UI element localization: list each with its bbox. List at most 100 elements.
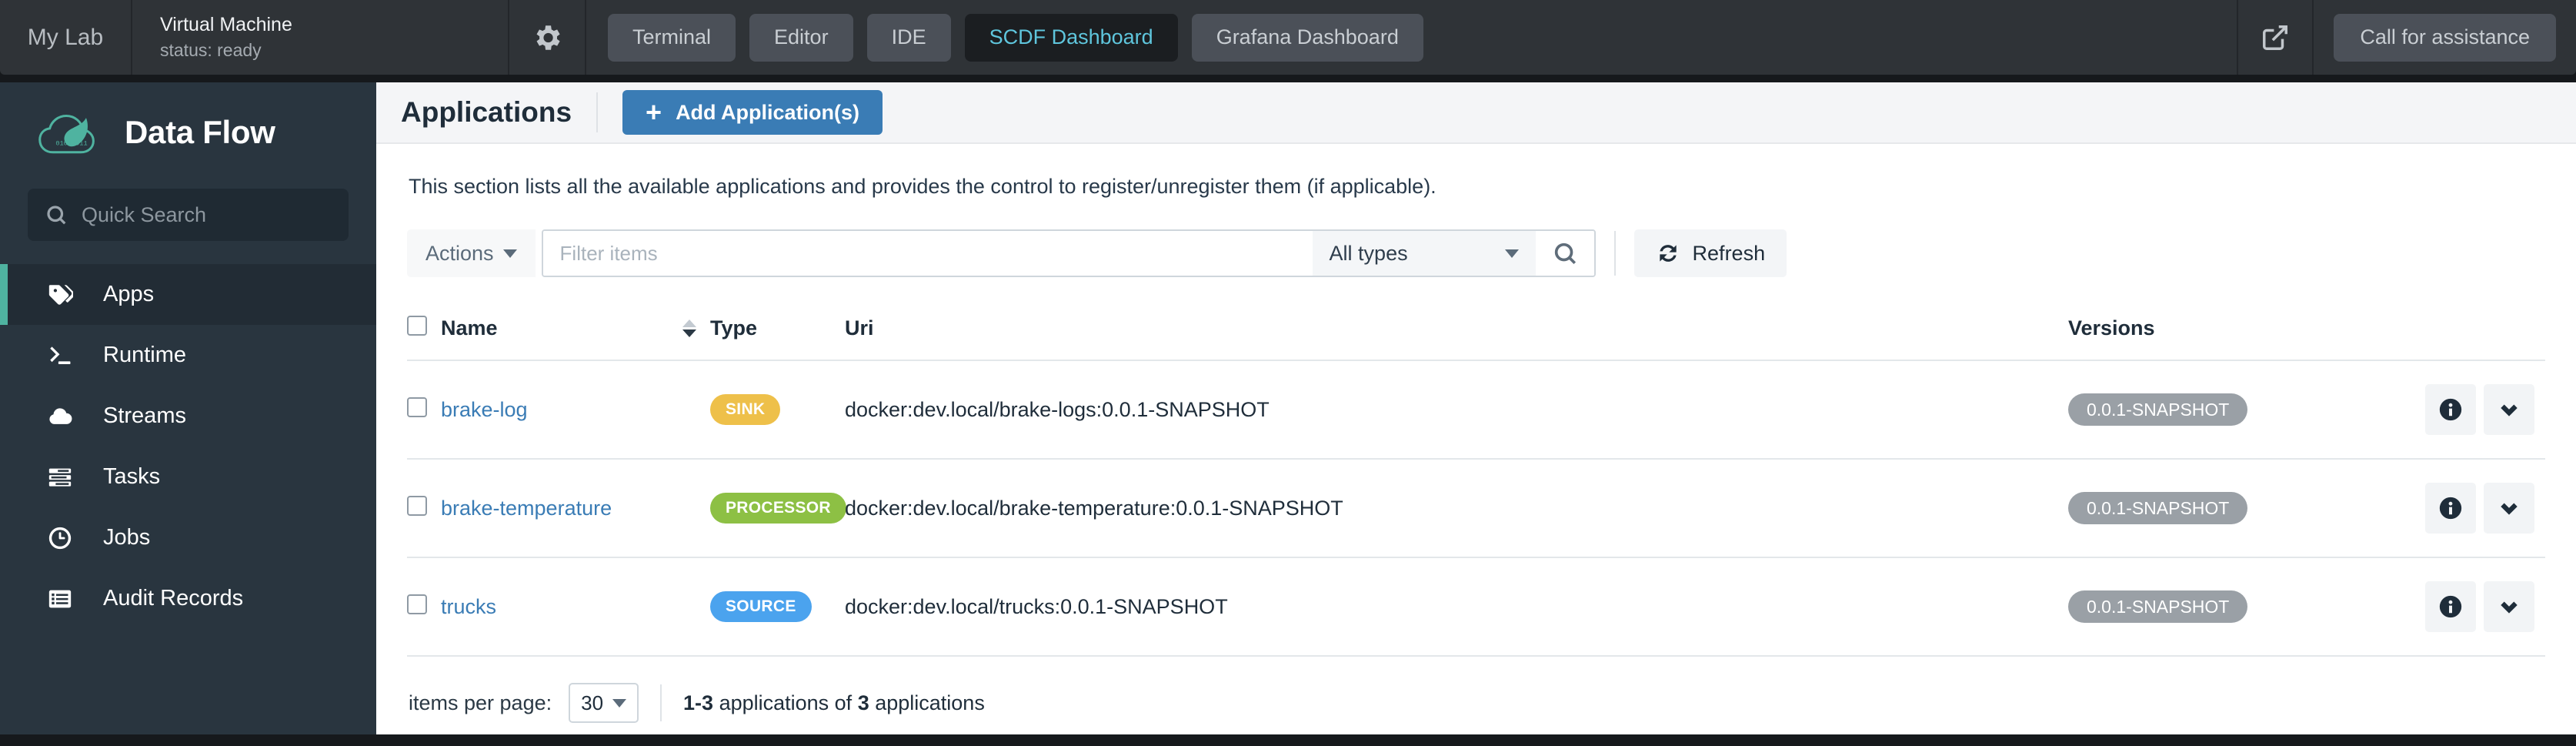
name-header-label: Name [441,316,498,340]
actions-dropdown[interactable]: Actions [407,229,536,277]
svg-text:01011011: 01011011 [55,139,87,147]
row-actions-cell [2399,459,2545,558]
row-actions-cell [2399,557,2545,657]
items-per-page-label: items per page: [409,691,552,714]
table-toolbar: Actions All types [407,229,2545,277]
row-checkbox[interactable] [407,396,427,417]
table-row: trucks SOURCE docker:dev.local/trucks:0.… [407,557,2545,657]
sidebar-item-label: Runtime [103,343,186,367]
actions-header [2399,303,2545,361]
filter-input[interactable] [542,231,1313,276]
quick-search-input[interactable] [82,202,332,227]
refresh-label: Refresh [1692,241,1766,265]
row-select-cell [407,557,441,657]
select-all-checkbox[interactable] [407,316,427,336]
application-link[interactable]: brake-temperature [441,497,612,520]
search-icon [1554,243,1576,265]
chevron-down-icon [2501,601,2518,614]
main-content: Applications + Add Application(s) This s… [376,82,2576,734]
sort-indicator[interactable] [682,319,710,337]
tag-icon [45,282,75,308]
chevron-down-icon [1504,249,1519,258]
type-filter-select[interactable]: All types [1312,231,1536,276]
lab-tab-editor[interactable]: Editor [749,13,853,62]
add-application-button[interactable]: + Add Application(s) [622,90,883,135]
row-checkbox[interactable] [407,594,427,614]
vm-status-label: status: ready [160,39,262,60]
chevron-down-icon [612,698,627,708]
open-external-button[interactable] [2238,0,2314,75]
sidebar-item-jobs[interactable]: Jobs [0,507,376,568]
lab-tab-terminal[interactable]: Terminal [608,13,736,62]
lab-tab-ide[interactable]: IDE [866,13,951,62]
info-icon [2439,595,2462,618]
row-versions-cell: 0.0.1-SNAPSHOT [2068,360,2399,460]
search-submit-button[interactable] [1535,231,1594,276]
refresh-icon [1659,245,1677,262]
gear-icon [536,25,560,50]
row-type-cell: SOURCE [710,557,845,657]
uri-header-label: Uri [845,316,874,340]
expand-row-button[interactable] [2484,581,2534,632]
section-description: This section lists all the available app… [409,175,1436,198]
quick-search-wrapper [0,179,376,264]
actions-label: Actions [425,241,494,265]
application-link[interactable]: trucks [441,595,496,618]
row-versions-cell: 0.0.1-SNAPSHOT [2068,557,2399,657]
expand-row-button[interactable] [2484,384,2534,435]
row-uri-cell: docker:dev.local/brake-logs:0.0.1-SNAPSH… [845,360,2068,460]
type-header: Type [710,303,845,361]
brand: 01011011 Data Flow [0,82,376,179]
sidebar-item-audit-records[interactable]: Audit Records [0,568,376,629]
sidebar-item-label: Apps [103,282,155,306]
header-divider [596,92,599,132]
row-type-cell: SINK [710,360,845,460]
chevron-down-icon [2501,404,2518,416]
brand-label: Data Flow [125,114,275,150]
name-header[interactable]: Name [441,303,710,361]
row-actions-cell [2399,360,2545,460]
sidebar-item-streams[interactable]: Streams [0,386,376,447]
sidebar-item-runtime[interactable]: Runtime [0,325,376,386]
versions-header: Versions [2068,303,2399,361]
pagination-summary: 1-3 applications of 3 applications [683,691,985,715]
table-row: brake-log SINK docker:dev.local/brake-lo… [407,360,2545,460]
info-button[interactable] [2425,581,2476,632]
sidebar-item-tasks[interactable]: Tasks [0,447,376,507]
settings-button[interactable] [509,0,586,75]
row-checkbox[interactable] [407,495,427,516]
assistance-cell: Call for assistance [2314,13,2576,62]
sidebar-item-label: Audit Records [103,586,244,611]
add-application-label: Add Application(s) [676,100,860,124]
row-name-cell: brake-temperature [441,459,710,558]
sidebar-item-apps[interactable]: Apps [0,264,376,325]
search-icon [47,206,66,225]
type-filter-value: All types [1329,241,1408,265]
application-link[interactable]: brake-log [441,398,528,421]
chevron-down-icon [2501,503,2518,515]
plus-icon: + [646,96,662,128]
items-per-page-select[interactable]: 30 [569,683,639,723]
spring-cloud-dataflow-logo: 01011011 [38,114,95,154]
lab-tab-grafana-dashboard[interactable]: Grafana Dashboard [1191,13,1423,62]
type-badge: PROCESSOR [710,493,846,524]
row-uri-cell: docker:dev.local/trucks:0.0.1-SNAPSHOT [845,557,2068,657]
external-link-icon [2263,25,2288,50]
row-name-cell: brake-log [441,360,710,460]
lab-tab-scdf-dashboard[interactable]: SCDF Dashboard [964,13,1178,62]
sidebar-item-label: Tasks [103,464,161,489]
lab-tab-bar: Terminal Editor IDE SCDF Dashboard Grafa… [586,0,2237,75]
info-button[interactable] [2425,483,2476,534]
expand-row-button[interactable] [2484,483,2534,534]
versions-header-label: Versions [2068,316,2155,340]
sidebar-item-label: Streams [103,403,186,428]
call-for-assistance-button[interactable]: Call for assistance [2334,13,2556,62]
info-button[interactable] [2425,384,2476,435]
quick-search[interactable] [28,189,349,241]
refresh-button[interactable]: Refresh [1633,229,1787,277]
pagination-total-suffix: applications [869,691,985,714]
filter-group: All types [541,229,1596,277]
tasks-icon [45,464,75,490]
cloud-icon [45,403,75,430]
items-per-page-value: 30 [581,691,604,714]
